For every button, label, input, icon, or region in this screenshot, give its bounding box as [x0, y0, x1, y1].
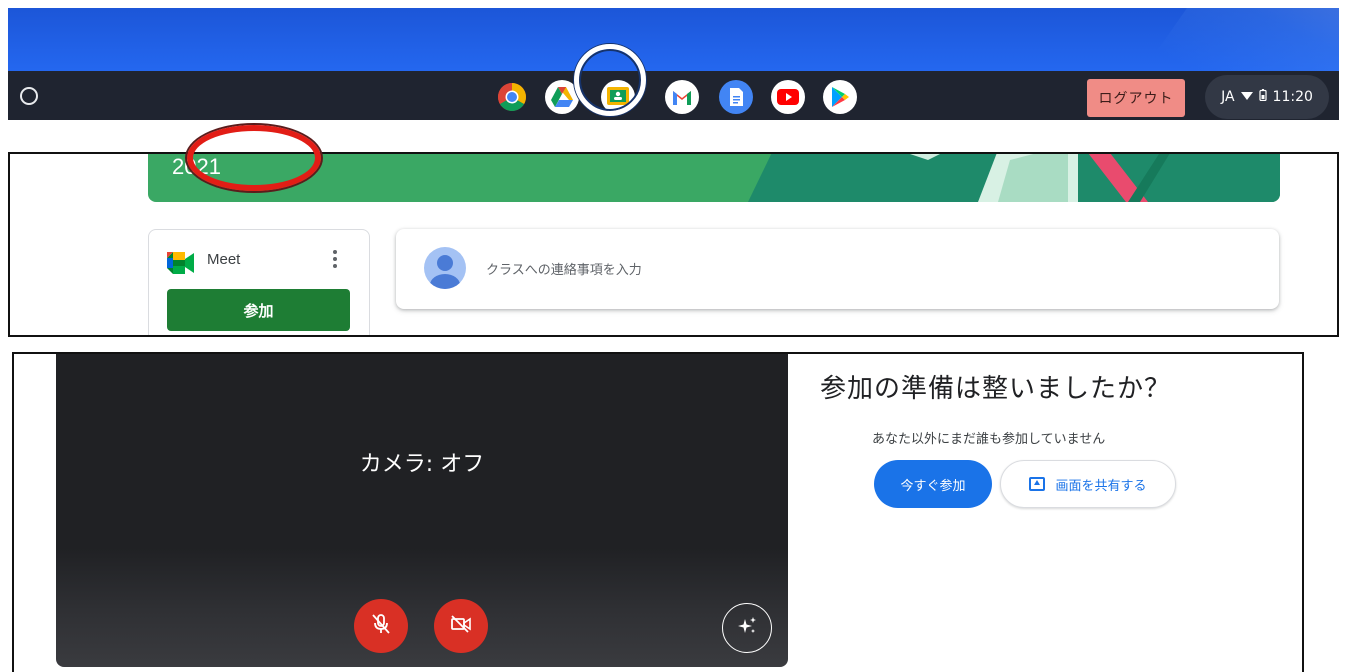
mic-off-button[interactable]	[354, 599, 408, 653]
language-indicator: JA	[1221, 89, 1235, 105]
announcement-placeholder: クラスへの連絡事項を入力	[486, 263, 642, 278]
mic-off-icon	[371, 613, 391, 639]
launcher-button[interactable]	[20, 87, 38, 105]
camera-off-button[interactable]	[434, 599, 488, 653]
camera-off-icon	[450, 615, 472, 637]
chrome-icon[interactable]	[495, 80, 529, 114]
play-store-icon[interactable]	[823, 80, 857, 114]
participants-status: あなた以外にまだ誰も参加していません	[872, 432, 1106, 447]
more-options-icon[interactable]	[333, 250, 339, 271]
logout-button[interactable]: ログアウト	[1087, 79, 1185, 117]
meet-prejoin-panel: カメラ: オフ 参加の準備は整いましたか？ あなた以外にまだ誰も参加していません…	[12, 352, 1304, 672]
ready-heading: 参加の準備は整いましたか？	[820, 374, 1172, 404]
wifi-icon	[1240, 89, 1253, 105]
join-highlight-ellipse	[187, 125, 321, 191]
docs-icon[interactable]	[719, 80, 753, 114]
battery-icon	[1258, 89, 1267, 105]
avatar	[424, 247, 466, 289]
share-screen-label: 画面を共有する	[1055, 478, 1147, 494]
gmail-icon[interactable]	[665, 80, 699, 114]
share-screen-button[interactable]: 画面を共有する	[1000, 460, 1176, 508]
video-preview: カメラ: オフ	[56, 354, 788, 667]
camera-status: カメラ: オフ	[359, 452, 485, 477]
banner-illustration	[748, 154, 1280, 202]
youtube-icon[interactable]	[771, 80, 805, 114]
classroom-highlight-ring	[574, 44, 646, 116]
meet-card: Meet 参加	[148, 229, 370, 335]
sparkle-icon	[736, 615, 758, 641]
present-screen-icon	[1029, 477, 1046, 491]
join-now-button[interactable]: 今すぐ参加	[874, 460, 992, 508]
clock: 11:20	[1272, 89, 1313, 105]
announcement-box[interactable]: クラスへの連絡事項を入力	[396, 229, 1279, 309]
visual-effects-button[interactable]	[722, 603, 772, 653]
meet-logo-icon	[167, 252, 195, 278]
status-tray[interactable]: JA 11:20	[1205, 75, 1329, 119]
meet-join-button[interactable]: 参加	[167, 289, 350, 331]
meet-title: Meet	[207, 251, 241, 268]
